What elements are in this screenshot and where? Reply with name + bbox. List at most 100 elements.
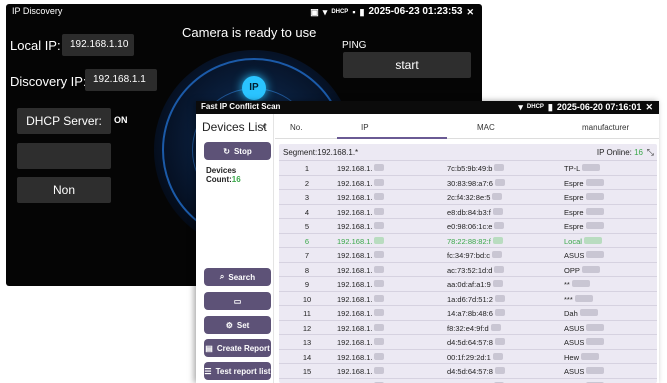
table-row[interactable]: 3 192.168.1. 2c:f4:32:8e:5 Espre — [279, 189, 657, 204]
ip-online-count: 16 — [634, 148, 643, 157]
row-ip: 192.168.1. — [337, 265, 373, 275]
row-ip: 192.168.1. — [337, 193, 373, 202]
table-row[interactable]: 4 192.168.1. e8:db:84:b3:f Espre — [279, 203, 657, 219]
table-row[interactable]: 6 192.168.1. 78:22:88:82:f Local — [279, 232, 657, 248]
row-manufacturer: Local — [564, 236, 582, 246]
row-manufacturer: ** — [564, 280, 570, 289]
row-mac: 14:a7:8b:48:6 — [447, 309, 493, 318]
screen-button[interactable]: ▭ — [204, 292, 271, 310]
device-rows: 1 192.168.1. 7c:b5:9b:49:b TP-L 2 192.168.1. 3… — [279, 160, 657, 383]
redacted-mask — [586, 178, 604, 186]
table-row[interactable]: 13 192.168.1. d4:5d:64:57:8 ASUS — [279, 334, 657, 349]
row-number: 15 — [302, 367, 312, 376]
row-ip: 192.168.1. — [337, 294, 373, 304]
redacted-mask — [374, 367, 384, 374]
devices-main-panel: No. IP MAC manufacturer Segment:192.168.… — [275, 114, 659, 383]
table-row[interactable]: 11 192.168.1. 14:a7:8b:48:6 Dah — [279, 305, 657, 320]
camera-icon: ▣ — [310, 6, 319, 17]
row-number: 1 — [304, 164, 310, 173]
create-report-label: Create Report — [216, 343, 270, 353]
report-icon: ▤ — [205, 343, 213, 353]
redacted-mask — [374, 338, 384, 345]
redacted-mask — [494, 164, 504, 171]
search-button[interactable]: ⌕ Search — [204, 268, 271, 286]
table-row[interactable]: 14 192.168.1. 00:1f:29:2d:1 Hew — [279, 348, 657, 364]
table-row[interactable]: 15 192.168.1. d4:5d:64:57:8 ASUS — [279, 363, 657, 378]
test-report-label: Test report list — [215, 366, 271, 376]
table-row[interactable]: 2 192.168.1. 30:83:98:a7:6 Espre — [279, 174, 657, 190]
table-row[interactable]: 7 192.168.1. fc:34:97:bd:c ASUS — [279, 247, 657, 262]
redacted-mask — [495, 309, 505, 316]
search-icon: ⌕ — [219, 272, 225, 281]
redacted-mask — [374, 309, 384, 316]
row-manufacturer: Espre — [564, 178, 584, 188]
row-mac: 30:83:98:a7:6 — [447, 178, 493, 188]
devices-count-value: 16 — [231, 175, 241, 184]
redacted-mask — [572, 280, 590, 287]
ip-icon: IP — [242, 76, 266, 100]
table-row[interactable]: 10 192.168.1. 1a:d6:7d:51:2 *** — [279, 290, 657, 306]
chevron-left-icon[interactable]: ‹ — [262, 118, 266, 133]
tab-ip[interactable]: IP — [361, 123, 369, 132]
row-mac: d4:5d:64:57:8 — [447, 367, 493, 376]
table-row[interactable]: 9 192.168.1. aa:0d:af:a1:9 ** — [279, 276, 657, 291]
table-row[interactable]: 8 192.168.1. ac:73:52:1d:d OPP — [279, 261, 657, 277]
discovery-ip-field[interactable]: 192.168.1.1 — [85, 69, 157, 91]
table-row[interactable]: 12 192.168.1. f8:32:e4:9f:d ASUS — [279, 319, 657, 335]
redacted-mask — [374, 164, 384, 171]
redacted-mask — [491, 323, 501, 331]
row-number: 5 — [304, 222, 310, 231]
set-button[interactable]: ⚙ Set — [204, 316, 271, 334]
blank-button[interactable] — [17, 143, 111, 169]
redacted-mask — [374, 207, 384, 215]
tab-manufacturer[interactable]: manufacturer — [582, 123, 629, 132]
row-manufacturer: ASUS — [564, 251, 585, 260]
row-mac: 78:22:88:82:f — [447, 236, 491, 246]
table-row[interactable]: 16192.168.1.7c:10:c9:1d:1ASUS — [279, 377, 657, 383]
status-message: Camera is ready to use — [182, 25, 317, 40]
start-button[interactable]: start — [343, 52, 471, 78]
table-row[interactable]: 1 192.168.1. 7c:b5:9b:49:b TP-L — [279, 160, 657, 175]
stop-button[interactable]: ↻ Stop — [204, 142, 271, 160]
redacted-mask — [575, 294, 593, 302]
close-icon[interactable]: ✕ — [466, 7, 474, 17]
row-mac: d4:5d:64:57:8 — [447, 338, 493, 347]
active-tab-indicator — [337, 137, 447, 139]
devices-list-title: Devices List — [202, 120, 267, 134]
row-mac: fc:34:97:bd:c — [447, 251, 490, 260]
close-icon[interactable]: ✕ — [645, 102, 653, 112]
dhcp-server-button[interactable]: DHCP Server: — [17, 108, 111, 134]
redacted-mask — [374, 294, 384, 302]
tab-mac[interactable]: MAC — [477, 123, 495, 132]
redacted-mask — [493, 352, 503, 360]
ping-label: PING — [342, 40, 367, 51]
table-row[interactable]: 5 192.168.1. e0:98:06:1c:e Espre — [279, 218, 657, 233]
row-number: 9 — [304, 280, 310, 289]
local-ip-field[interactable]: 192.168.1.10 — [62, 34, 134, 56]
scan-title: Fast IP Conflict Scan — [201, 102, 281, 111]
redacted-mask — [374, 352, 384, 360]
column-tabs: No. IP MAC manufacturer — [275, 114, 659, 139]
redacted-mask — [494, 265, 504, 273]
expand-icon[interactable]: ⤡ — [647, 147, 654, 158]
create-report-button[interactable]: ▤ Create Report — [204, 339, 271, 357]
row-number: 8 — [304, 265, 310, 275]
non-button[interactable]: Non — [17, 177, 111, 203]
row-mac: aa:0d:af:a1:9 — [447, 280, 491, 289]
dhcp-icon: DHCP — [331, 8, 349, 15]
row-manufacturer: OPP — [564, 265, 580, 275]
row-ip: 192.168.1. — [337, 280, 373, 289]
battery-icon: ▮ — [359, 6, 365, 17]
devices-sidebar: Devices List ‹ ↻ Stop Devices Count:16 ⌕… — [196, 114, 274, 383]
ip-discovery-title: IP Discovery — [12, 6, 63, 16]
redacted-mask — [374, 236, 384, 244]
test-report-list-button[interactable]: ☰ Test report list — [204, 362, 271, 380]
tab-no[interactable]: No. — [290, 123, 302, 132]
row-ip: 192.168.1. — [337, 367, 373, 376]
redacted-mask — [493, 207, 503, 215]
redacted-mask — [493, 236, 503, 244]
redacted-mask — [586, 367, 604, 374]
battery-icon: ▮ — [547, 102, 553, 112]
redacted-mask — [495, 367, 505, 374]
redacted-mask — [586, 251, 604, 258]
